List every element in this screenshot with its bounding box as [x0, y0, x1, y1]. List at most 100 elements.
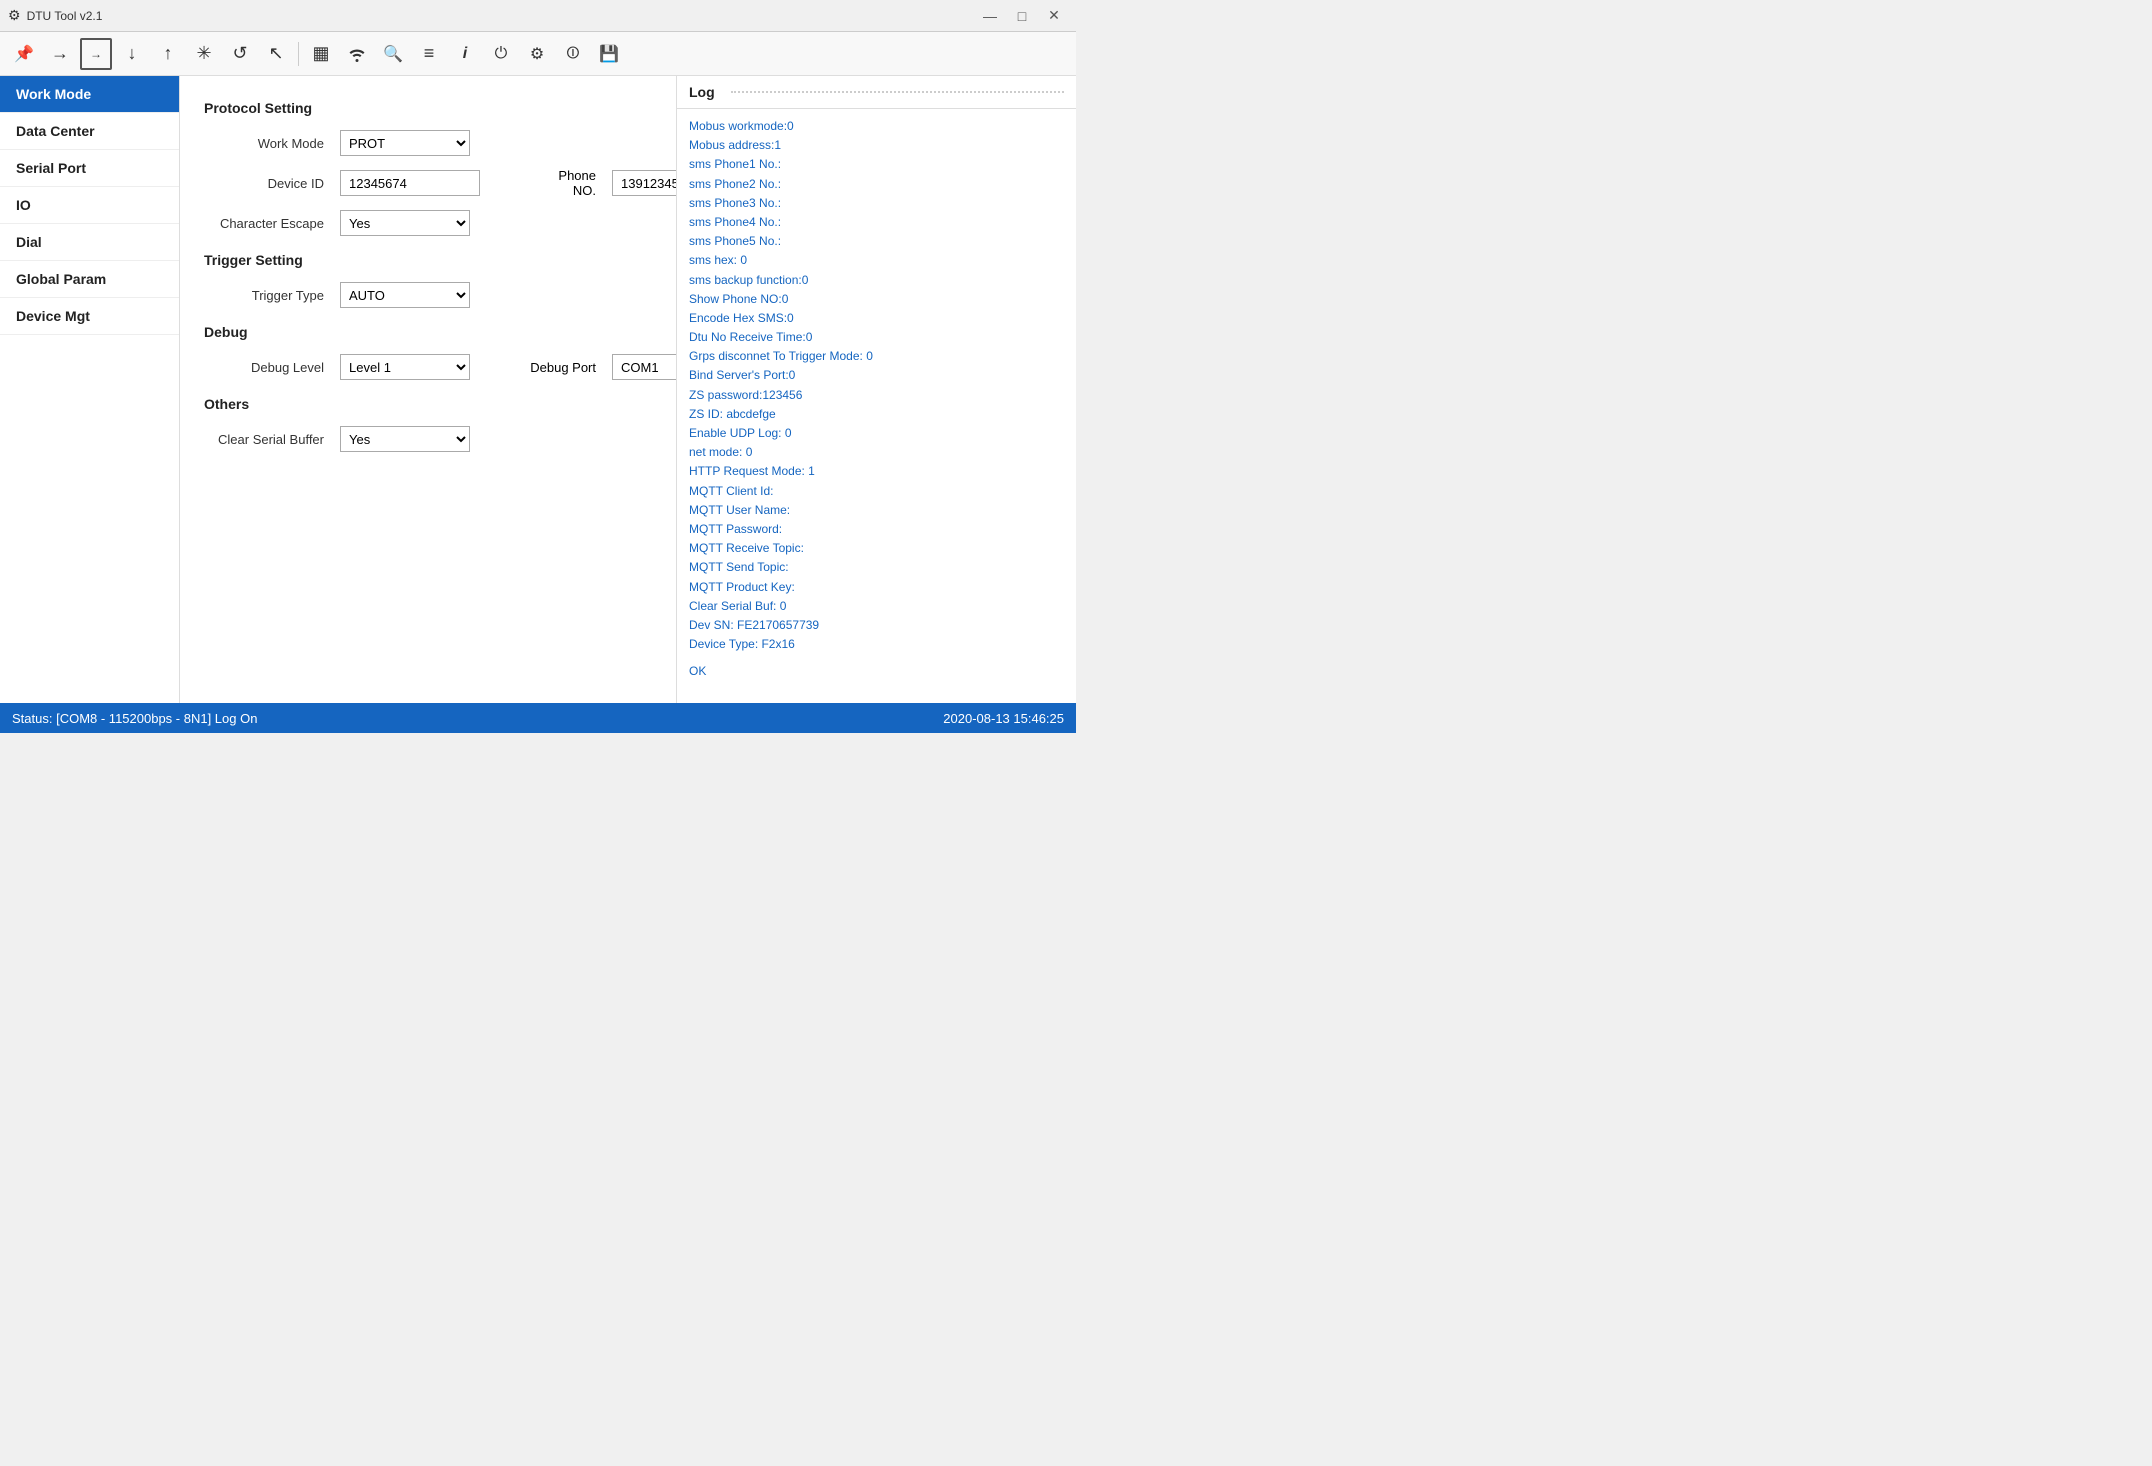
char-escape-label: Character Escape	[204, 216, 324, 231]
title-bar: ⚙ DTU Tool v2.1 — □ ✕	[0, 0, 1076, 32]
phone-no-input[interactable]	[612, 170, 676, 196]
list-icon[interactable]: ≡	[413, 38, 445, 70]
sidebar-item-serial-port[interactable]: Serial Port	[0, 150, 179, 187]
asterisk-icon[interactable]: ✳	[188, 38, 220, 70]
log-line: MQTT Password:	[689, 520, 1064, 539]
log-line: Mobus workmode:0	[689, 117, 1064, 136]
save-icon[interactable]: 💾	[593, 38, 625, 70]
wifi-icon[interactable]	[341, 38, 373, 70]
log-line: Encode Hex SMS:0	[689, 309, 1064, 328]
settings-icon[interactable]: ⚙	[521, 38, 553, 70]
main-layout: Work Mode Data Center Serial Port IO Dia…	[0, 76, 1076, 703]
char-escape-select[interactable]: Yes No	[340, 210, 470, 236]
sidebar-item-work-mode[interactable]: Work Mode	[0, 76, 179, 113]
debug-level-select[interactable]: Level 1 Level 2 Level 3	[340, 354, 470, 380]
log-line: net mode: 0	[689, 443, 1064, 462]
app-title: DTU Tool v2.1	[27, 9, 103, 23]
toolbar-separator	[298, 42, 299, 66]
sidebar-item-device-mgt[interactable]: Device Mgt	[0, 298, 179, 335]
minimize-button[interactable]: —	[976, 6, 1004, 26]
log-line: sms Phone5 No.:	[689, 232, 1064, 251]
log-line: MQTT Send Topic:	[689, 558, 1064, 577]
sidebar-item-dial[interactable]: Dial	[0, 224, 179, 261]
log-header: Log	[677, 76, 1076, 109]
work-mode-row: Work Mode PROT TRANS HTTPD MODBUS	[204, 130, 652, 156]
timestamp: 2020-08-13 15:46:25	[943, 711, 1064, 726]
device-id-input[interactable]	[340, 170, 480, 196]
search-icon[interactable]: 🔍	[377, 38, 409, 70]
log-panel: Log Mobus workmode:0Mobus address:1sms P…	[676, 76, 1076, 703]
work-mode-select[interactable]: PROT TRANS HTTPD MODBUS	[340, 130, 470, 156]
trigger-type-select[interactable]: AUTO MANUAL TIMER	[340, 282, 470, 308]
log-line: MQTT Receive Topic:	[689, 539, 1064, 558]
debug-level-row: Debug Level Level 1 Level 2 Level 3 Debu…	[204, 354, 652, 380]
sidebar-item-io[interactable]: IO	[0, 187, 179, 224]
log-line: HTTP Request Mode: 1	[689, 462, 1064, 481]
clear-serial-buffer-label: Clear Serial Buffer	[204, 432, 324, 447]
log-line: sms Phone2 No.:	[689, 175, 1064, 194]
content-area: Protocol Setting Work Mode PROT TRANS HT…	[180, 76, 676, 703]
log-line: Device Type: F2x16	[689, 635, 1064, 654]
log-line: Clear Serial Buf: 0	[689, 597, 1064, 616]
export-right-icon[interactable]: →	[80, 38, 112, 70]
maximize-button[interactable]: □	[1008, 6, 1036, 26]
sidebar-item-data-center[interactable]: Data Center	[0, 113, 179, 150]
status-bar: Status: [COM8 - 115200bps - 8N1] Log On …	[0, 703, 1076, 733]
log-line: Mobus address:1	[689, 136, 1064, 155]
toolbar: 📌 → → ↓ ↑ ✳ ↺ ↖ ▦ 🔍 ≡ i ⏻ ⚙ ⏼ 💾	[0, 32, 1076, 76]
log-line: Enable UDP Log: 0	[689, 424, 1064, 443]
reset-icon[interactable]: ⏻	[485, 38, 517, 70]
log-line: Grps disconnet To Trigger Mode: 0	[689, 347, 1064, 366]
log-line: ZS password:123456	[689, 386, 1064, 405]
debug-port-label: Debug Port	[516, 360, 596, 375]
trigger-type-label: Trigger Type	[204, 288, 324, 303]
trigger-setting-title: Trigger Setting	[204, 252, 652, 268]
cursor-icon[interactable]: ↖	[260, 38, 292, 70]
log-line: sms Phone4 No.:	[689, 213, 1064, 232]
log-content[interactable]: Mobus workmode:0Mobus address:1sms Phone…	[677, 109, 1076, 703]
protocol-setting-title: Protocol Setting	[204, 100, 652, 116]
sidebar: Work Mode Data Center Serial Port IO Dia…	[0, 76, 180, 703]
log-line: Bind Server's Port:0	[689, 366, 1064, 385]
refresh-icon[interactable]: ↺	[224, 38, 256, 70]
log-line: Dtu No Receive Time:0	[689, 328, 1064, 347]
log-line: sms backup function:0	[689, 271, 1064, 290]
log-line: MQTT Product Key:	[689, 578, 1064, 597]
work-mode-label: Work Mode	[204, 136, 324, 151]
app-gear-icon: ⚙	[8, 7, 21, 24]
log-line: sms Phone3 No.:	[689, 194, 1064, 213]
import-icon[interactable]: →	[44, 38, 76, 70]
device-id-label: Device ID	[204, 176, 324, 191]
log-line: sms Phone1 No.:	[689, 155, 1064, 174]
char-escape-row: Character Escape Yes No	[204, 210, 652, 236]
device-id-row: Device ID Phone NO.	[204, 168, 652, 198]
log-line: Show Phone NO:0	[689, 290, 1064, 309]
upload-icon[interactable]: ↑	[152, 38, 184, 70]
download-icon[interactable]: ↓	[116, 38, 148, 70]
grid-icon[interactable]: ▦	[305, 38, 337, 70]
debug-port-select[interactable]: COM1 COM2 COM3 COM4	[612, 354, 676, 380]
log-title: Log	[689, 84, 715, 100]
sidebar-item-global-param[interactable]: Global Param	[0, 261, 179, 298]
debug-level-label: Debug Level	[204, 360, 324, 375]
log-line: OK	[689, 662, 1064, 681]
trigger-type-row: Trigger Type AUTO MANUAL TIMER	[204, 282, 652, 308]
log-line: Dev SN: FE2170657739	[689, 616, 1064, 635]
clear-serial-buffer-row: Clear Serial Buffer Yes No	[204, 426, 652, 452]
log-line: ZS ID: abcdefge	[689, 405, 1064, 424]
phone-no-label: Phone NO.	[536, 168, 596, 198]
log-line: MQTT Client Id:	[689, 482, 1064, 501]
power-icon[interactable]: ⏼	[557, 38, 589, 70]
log-line: sms hex: 0	[689, 251, 1064, 270]
close-button[interactable]: ✕	[1040, 6, 1068, 26]
log-header-decoration	[731, 91, 1064, 93]
others-title: Others	[204, 396, 652, 412]
pin-icon[interactable]: 📌	[8, 38, 40, 70]
status-text: Status: [COM8 - 115200bps - 8N1] Log On	[12, 711, 257, 726]
log-line: MQTT User Name:	[689, 501, 1064, 520]
clear-serial-buffer-select[interactable]: Yes No	[340, 426, 470, 452]
debug-title: Debug	[204, 324, 652, 340]
title-left: ⚙ DTU Tool v2.1	[8, 7, 102, 24]
title-controls: — □ ✕	[976, 6, 1068, 26]
info-icon[interactable]: i	[449, 38, 481, 70]
